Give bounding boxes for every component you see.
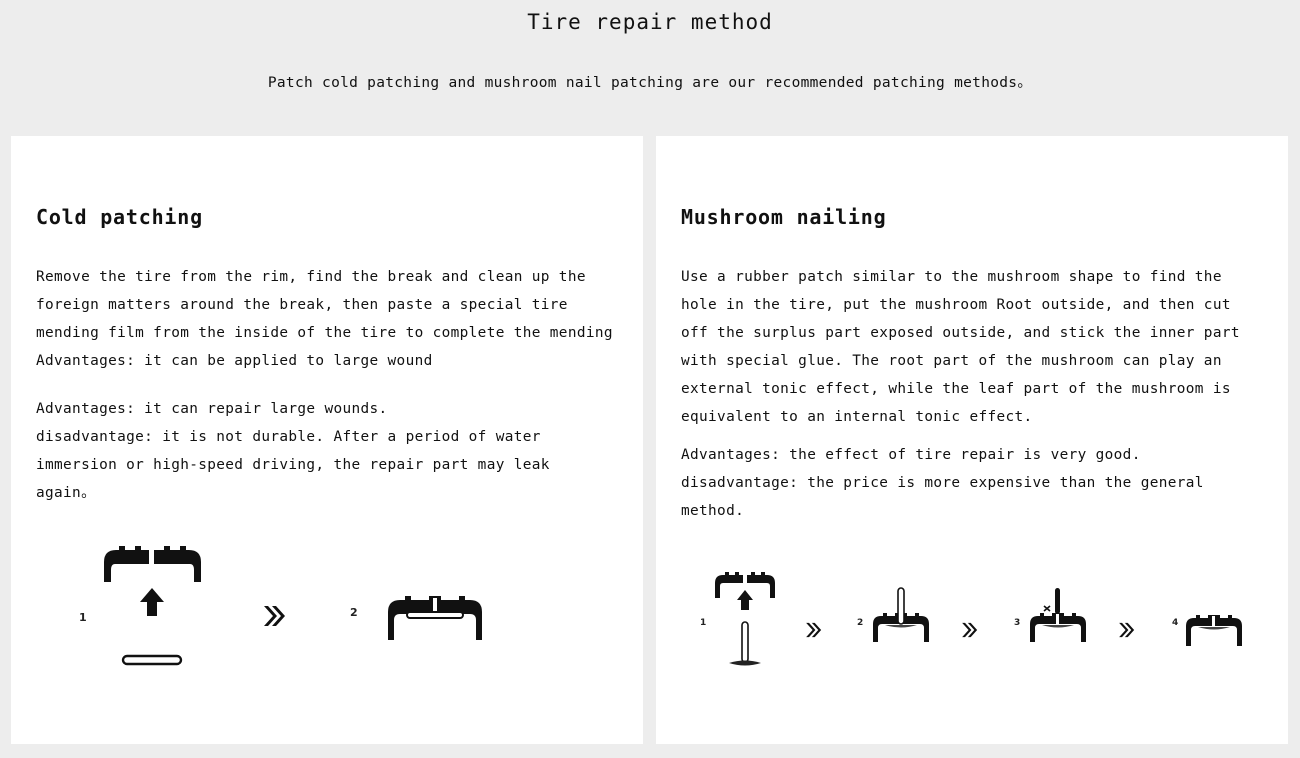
cold-patching-card: Cold patching Remove the tire from the r…	[11, 136, 643, 744]
step-number: 2	[857, 618, 864, 628]
step-number: 1	[700, 618, 707, 628]
tire-with-mushroom-nail-insert-icon	[715, 572, 775, 666]
tire-with-patch-insert-icon	[104, 546, 201, 666]
chevron-double-right-icon	[806, 622, 822, 638]
chevron-double-right-icon	[962, 622, 978, 638]
chevron-double-right-icon	[1119, 622, 1135, 638]
method-title: Cold patching	[36, 205, 203, 229]
chevron-double-right-icon	[264, 606, 285, 626]
page-title: Tire repair method	[527, 10, 773, 34]
mushroom-nail-finished-icon	[1186, 615, 1242, 646]
method-description: Remove the tire from the rim, find the b…	[36, 269, 613, 369]
mushroom-nail-inserted-icon	[873, 587, 929, 642]
mushroom-nail-cut-icon	[1030, 588, 1086, 642]
step-number: 1	[79, 611, 87, 624]
method-pros-cons: Advantages: it can repair large wounds. …	[36, 401, 550, 501]
tire-patched-icon	[388, 596, 482, 640]
mushroom-nailing-card: Mushroom nailing Use a rubber patch simi…	[656, 136, 1288, 744]
cold-patching-diagram: 1 2	[71, 544, 491, 674]
method-description: Use a rubber patch similar to the mushro…	[681, 269, 1240, 425]
step-number: 4	[1172, 618, 1179, 628]
step-number: 2	[350, 606, 358, 619]
method-title: Mushroom nailing	[681, 205, 887, 229]
mushroom-nailing-diagram: 1 2 3 4	[696, 568, 1256, 678]
page-subtitle: Patch cold patching and mushroom nail pa…	[267, 75, 1033, 91]
step-number: 3	[1014, 618, 1021, 628]
method-pros-cons: Advantages: the effect of tire repair is…	[681, 447, 1204, 519]
